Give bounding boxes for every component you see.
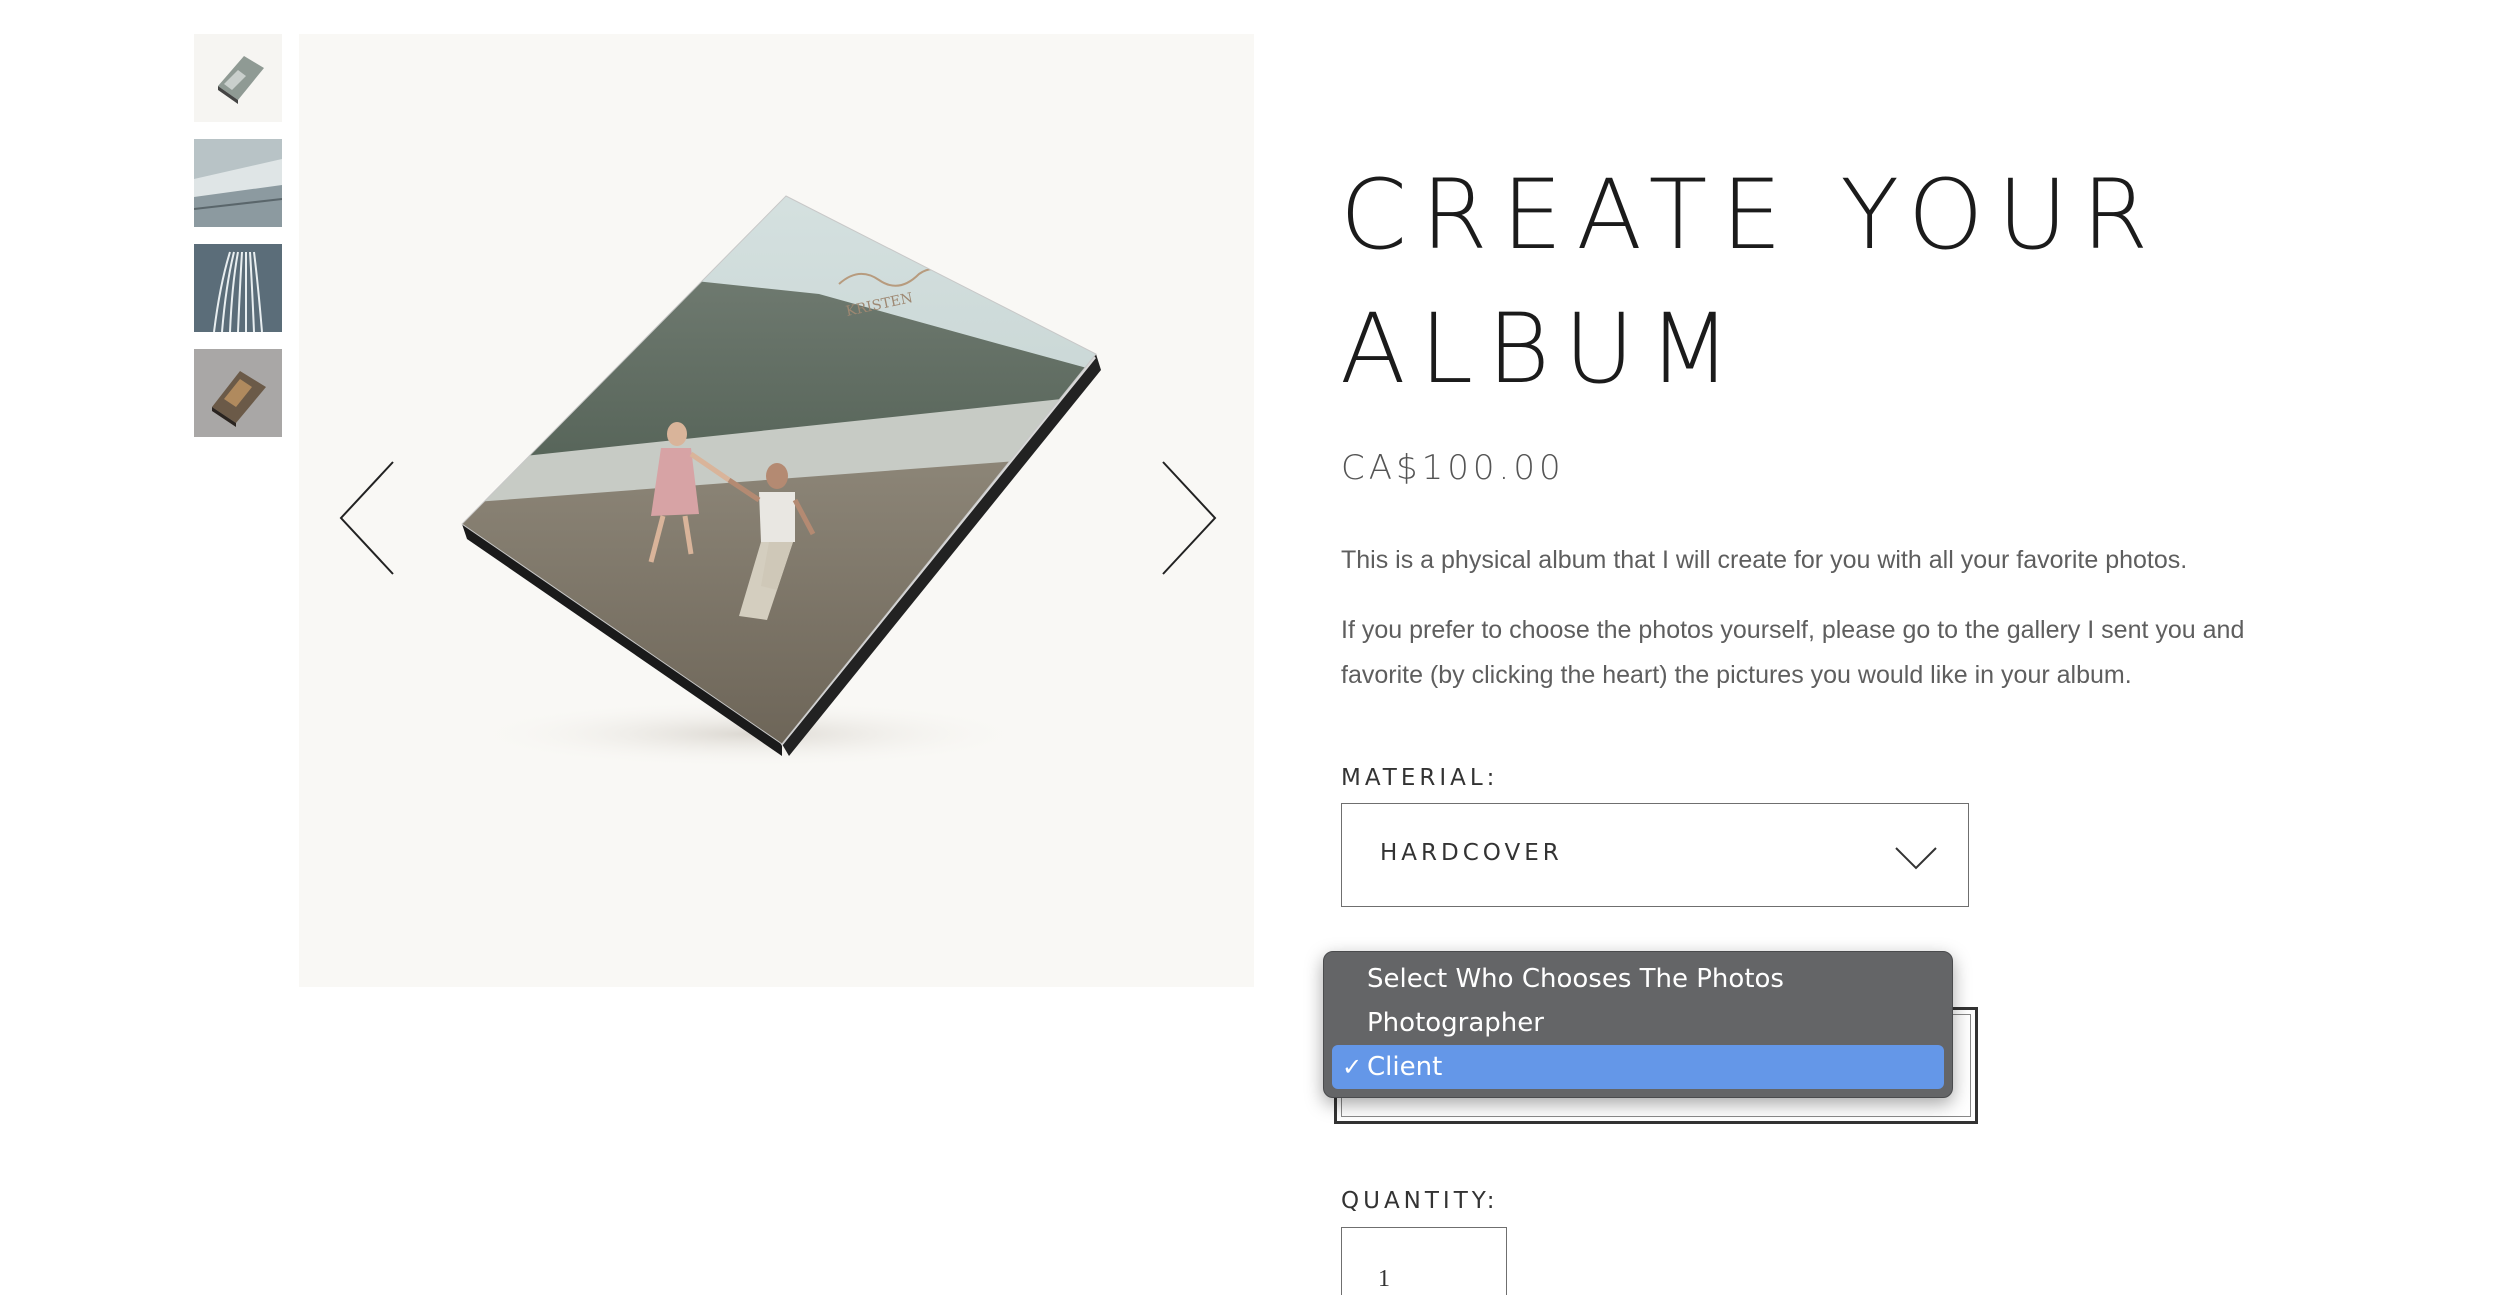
album-edge-thumbnail: [194, 139, 282, 227]
dropdown-option-client[interactable]: ✓ Client: [1332, 1045, 1944, 1089]
previous-image-button[interactable]: [335, 458, 405, 578]
chevron-left-icon: [339, 461, 394, 575]
checkmark-icon: ✓: [1342, 1053, 1363, 1081]
material-select[interactable]: HARDCOVER: [1341, 803, 1969, 907]
album-product-image: KRISTEN: [461, 195, 1101, 768]
photo-chooser-dropdown-menu: Select Who Chooses The Photos Photograph…: [1323, 951, 1953, 1098]
material-select-value: HARDCOVER: [1380, 840, 1563, 866]
material-label: MATERIAL:: [1341, 765, 1499, 791]
thumbnail-album-pages[interactable]: [194, 244, 282, 332]
product-description-1: This is a physical album that I will cre…: [1341, 546, 2188, 574]
product-title-line-2: ALBUM: [1340, 293, 1746, 405]
album-cover-thumbnail: [194, 34, 282, 122]
album-dark-thumbnail: [194, 349, 282, 437]
product-image-viewer: KRISTEN: [299, 34, 1254, 987]
product-description-2: If you prefer to choose the photos yours…: [1341, 616, 2245, 689]
product-price: CA$100.00: [1341, 448, 1565, 488]
chevron-right-icon: [1162, 461, 1217, 575]
thumbnail-album-cover[interactable]: [194, 34, 282, 122]
next-image-button[interactable]: [1151, 458, 1221, 578]
product-title: CREATE YOUR ALBUM: [1340, 148, 2240, 416]
chevron-down-icon: [1895, 847, 1937, 870]
quantity-value: 1: [1378, 1266, 1390, 1292]
quantity-label: QUANTITY:: [1341, 1188, 1499, 1214]
dropdown-option-label: Select Who Chooses The Photos: [1367, 964, 1784, 994]
thumbnail-album-dark[interactable]: [194, 349, 282, 437]
dropdown-option-label: Photographer: [1367, 1008, 1544, 1038]
dropdown-option-photographer[interactable]: Photographer: [1332, 1001, 1944, 1045]
dropdown-option-label: Client: [1367, 1052, 1443, 1082]
quantity-input[interactable]: 1: [1341, 1227, 1507, 1295]
thumbnail-album-edge[interactable]: [194, 139, 282, 227]
dropdown-option-select-who[interactable]: Select Who Chooses The Photos: [1332, 957, 1944, 1001]
product-title-line-1: CREATE YOUR: [1340, 159, 2163, 271]
album-pages-thumbnail: [194, 244, 282, 332]
